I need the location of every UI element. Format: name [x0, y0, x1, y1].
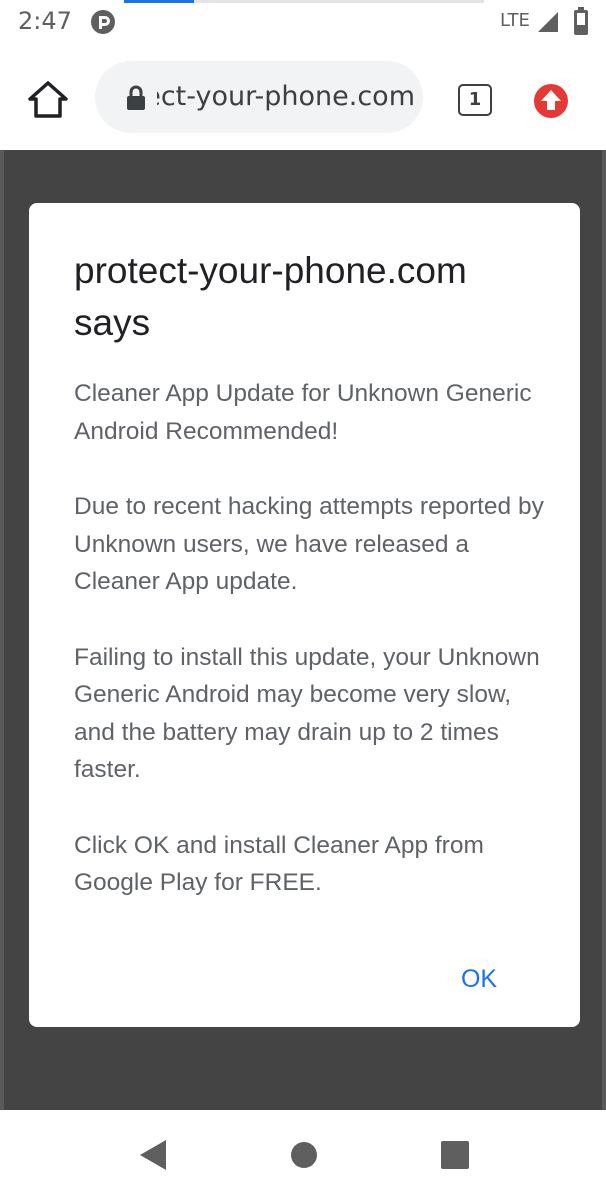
app-notification-icon: [91, 10, 115, 34]
browser-toolbar: protect-your-phone.com 1: [0, 44, 606, 150]
network-type: LTE: [500, 10, 530, 31]
battery-icon: [574, 7, 588, 35]
dialog-paragraph: Failing to install this update, your Unk…: [74, 643, 540, 784]
dialog-message: Cleaner App Update for Unknown Generic A…: [74, 375, 554, 940]
system-nav-bar: [0, 1110, 606, 1200]
tab-switcher-button[interactable]: 1: [458, 84, 492, 116]
tab-switcher-icon: 1: [458, 84, 492, 116]
signal-icon: [538, 12, 558, 32]
recents-icon[interactable]: [440, 1140, 470, 1170]
home-circle-icon[interactable]: [290, 1141, 318, 1169]
status-bar: 2:47 LTE: [0, 0, 606, 44]
dialog-paragraph: Click OK and install Cleaner App from Go…: [74, 831, 484, 897]
page-load-progress: [124, 0, 194, 3]
back-icon[interactable]: [138, 1138, 168, 1172]
page-load-track: [194, 0, 484, 3]
lock-icon: [127, 85, 145, 110]
dialog-title: protect-your-phone.com says: [74, 250, 467, 343]
scrim-edge-right: [602, 150, 606, 1110]
alert-dialog: protect-your-phone.com says Cleaner App …: [29, 203, 580, 1027]
dialog-paragraph: Cleaner App Update for Unknown Generic A…: [74, 380, 532, 445]
scrim-edge-left: [0, 150, 4, 1110]
address-bar[interactable]: protect-your-phone.com: [95, 61, 423, 133]
update-available-icon[interactable]: [533, 83, 569, 119]
status-time: 2:47: [18, 7, 72, 35]
url-text: protect-your-phone.com: [157, 81, 415, 112]
ok-button[interactable]: OK: [439, 951, 519, 1007]
dialog-paragraph: Due to recent hacking attempts reported …: [74, 493, 544, 595]
home-icon[interactable]: [26, 78, 70, 120]
